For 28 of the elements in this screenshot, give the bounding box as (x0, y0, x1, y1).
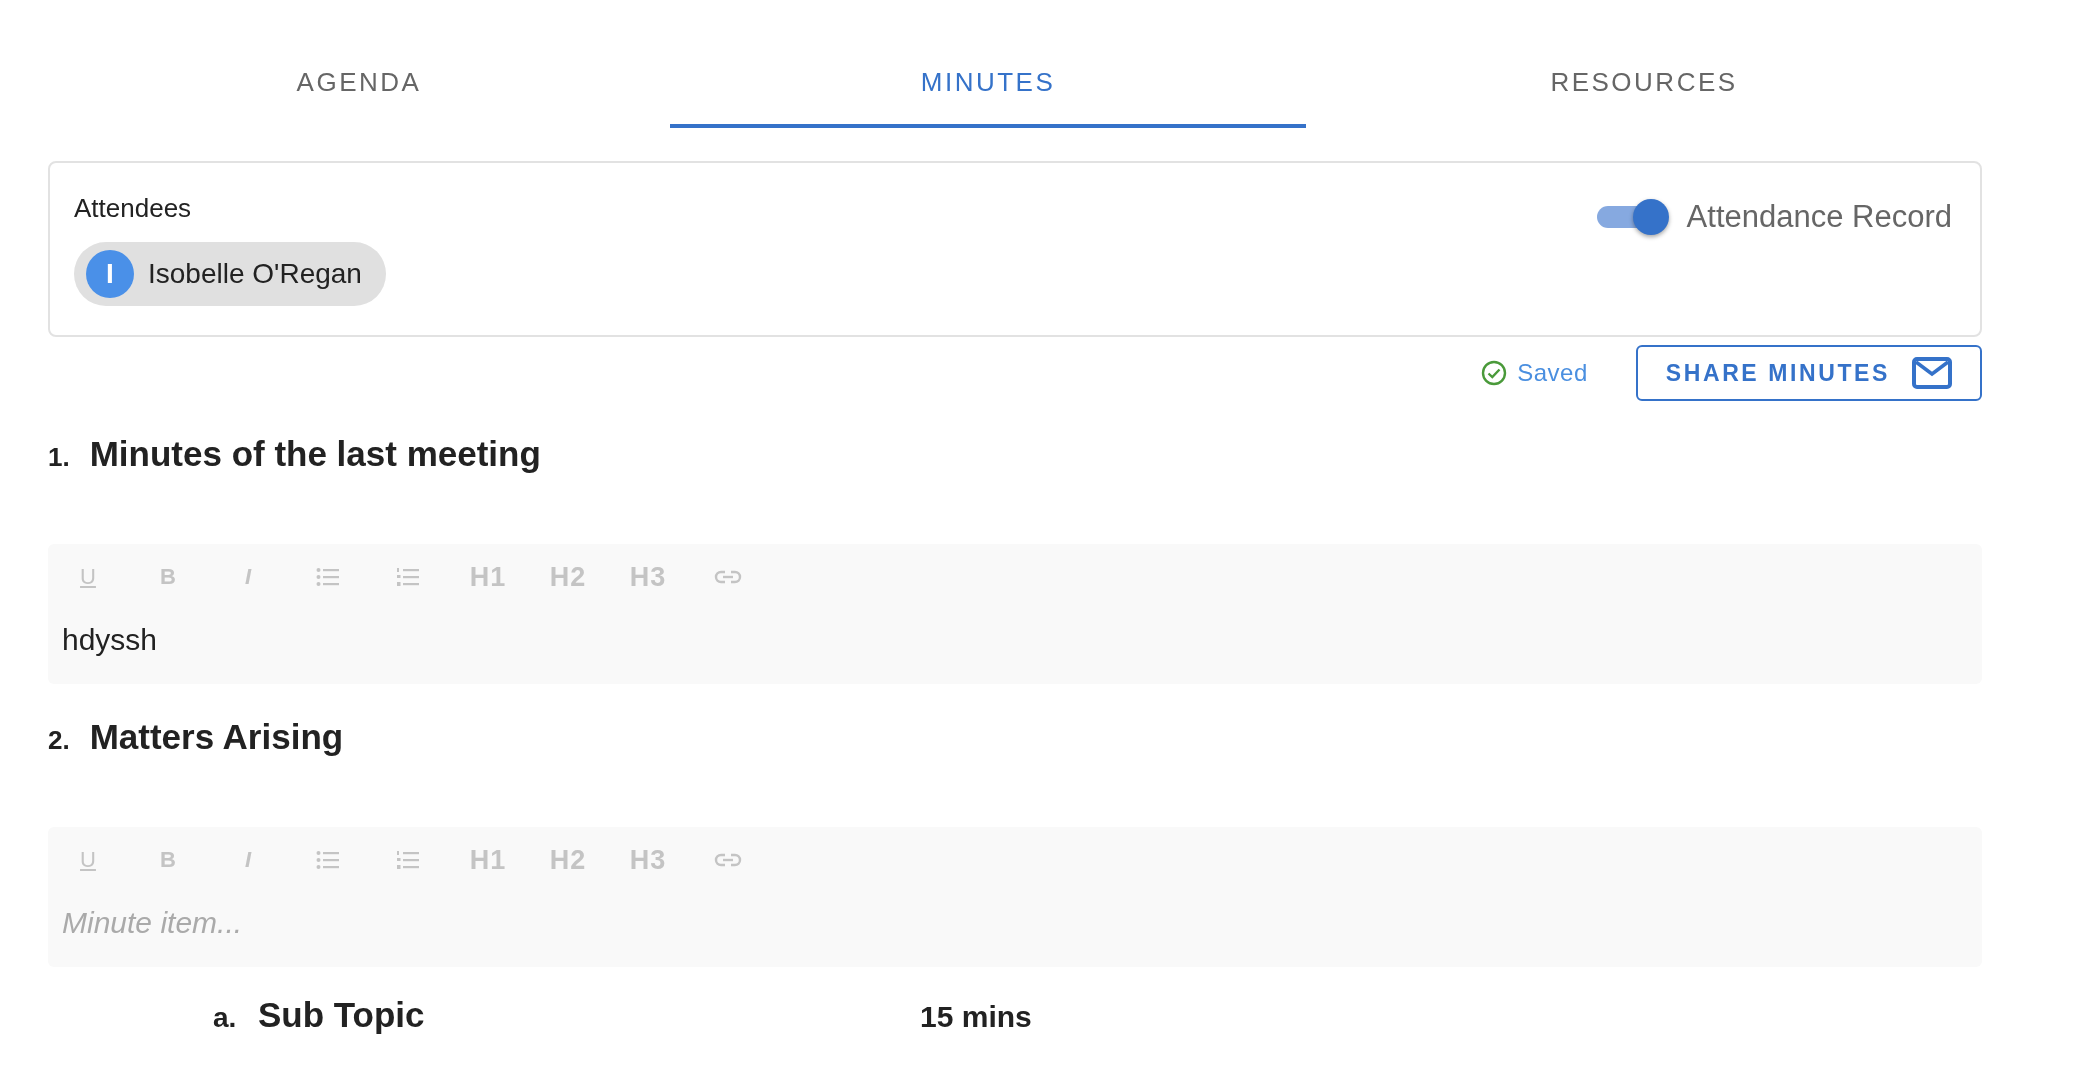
attendees-label: Attendees (74, 193, 193, 224)
numbered-list-icon[interactable] (396, 850, 420, 870)
attendee-chip[interactable]: I Isobelle O'Regan (74, 242, 386, 306)
item-number: 1. (48, 442, 70, 473)
item-number: 2. (48, 725, 70, 756)
attendee-name: Isobelle O'Regan (148, 258, 362, 290)
bulleted-list-icon[interactable] (316, 850, 340, 870)
tab[interactable]: AGENDA (48, 0, 670, 128)
sub-item-duration: 15 mins (920, 1000, 1032, 1034)
bulleted-list-icon[interactable] (316, 567, 340, 587)
link-icon[interactable] (714, 852, 742, 868)
link-icon[interactable] (714, 569, 742, 585)
toggle-label: Attendance Record (1686, 199, 1952, 235)
check-circle-icon (1481, 360, 1508, 386)
sub-item-number: a. (213, 1002, 238, 1034)
minute-input[interactable]: hdyssh (48, 610, 1982, 684)
minute-input[interactable]: Minute item... (48, 893, 1982, 967)
saved-status: Saved (1517, 359, 1588, 387)
sub-item-title: Sub Topic (258, 995, 426, 1035)
share-minutes-button[interactable]: SHARE MINUTES (1635, 345, 1982, 401)
tab[interactable]: RESOURCES (1306, 0, 1982, 128)
item-title: Matters Arising (89, 717, 344, 757)
attendance-toggle[interactable] (1596, 197, 1669, 237)
item-title: Minutes of the last meeting (89, 434, 541, 474)
tab[interactable]: MINUTES (670, 0, 1306, 128)
envelope-icon (1912, 357, 1952, 389)
avatar-initial: I (86, 250, 134, 298)
numbered-list-icon[interactable] (396, 567, 420, 587)
